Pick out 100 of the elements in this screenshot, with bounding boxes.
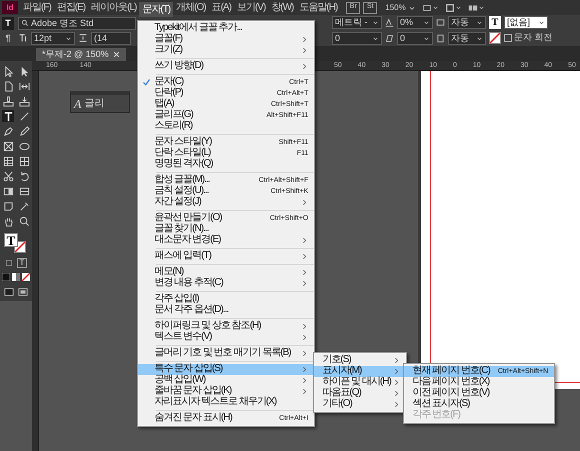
grid-icon[interactable] xyxy=(18,156,30,166)
kerning-field[interactable]: 메트릭 - xyxy=(332,16,382,30)
caret-icon xyxy=(454,4,462,11)
font-size-field[interactable]: 12pt xyxy=(31,32,75,44)
eyedropper-icon[interactable] xyxy=(18,200,30,212)
chevron-right-icon xyxy=(301,198,308,206)
view-icon[interactable] xyxy=(468,2,478,12)
mode-button[interactable]: T xyxy=(2,16,14,30)
menu-item[interactable]: 자리표시자 텍스트로 채우기(X) xyxy=(138,396,314,408)
container-icon[interactable] xyxy=(5,259,13,267)
menu-item[interactable]: Typekit에서 글꼴 추가... xyxy=(138,22,314,34)
menu-item[interactable]: 공백 삽입(W) xyxy=(138,374,314,386)
gap-icon[interactable] xyxy=(18,80,30,92)
line-icon[interactable] xyxy=(18,110,30,122)
menu-item[interactable]: 특수 문자 삽입(S) xyxy=(138,364,314,374)
tracking-field[interactable]: 0% xyxy=(397,16,433,30)
menu-item[interactable]: 텍스트 변수(V) xyxy=(138,332,314,342)
check-icon xyxy=(142,78,151,86)
page-icon[interactable] xyxy=(2,80,14,92)
tray-icon[interactable] xyxy=(18,96,30,106)
menu-item[interactable]: 변경 내용 추적(C) xyxy=(138,278,314,288)
note-icon[interactable] xyxy=(2,200,14,212)
menu-item[interactable]: 자간 설정(J) xyxy=(138,196,314,208)
menu-item[interactable]: 패스에 입력(T) xyxy=(138,250,314,262)
menu-bar-item[interactable]: 레이아웃(L) xyxy=(88,0,140,15)
document-tab[interactable]: *무제-2 @ 150% xyxy=(36,48,126,61)
scale-field[interactable]: 자동 xyxy=(448,16,486,30)
menu-item[interactable]: 크기(Z) xyxy=(138,44,314,56)
pen-icon[interactable] xyxy=(2,126,14,136)
text-color-swatch[interactable]: T xyxy=(489,16,501,30)
menu-bar-item[interactable]: 창(W) xyxy=(268,0,296,15)
style-field[interactable]: [없음] xyxy=(504,16,548,30)
table-icon[interactable] xyxy=(2,156,14,166)
menu-item[interactable]: 대소문자 변경(E) xyxy=(138,234,314,246)
tray-icon[interactable] xyxy=(2,96,14,106)
font-field[interactable]: Adobe 명조 Std xyxy=(18,16,136,30)
menu-item[interactable]: 이전 페이지 번호(V) xyxy=(404,388,554,398)
view-mode-icon[interactable] xyxy=(18,287,28,297)
menu-bar-item[interactable]: 보기(V) xyxy=(234,0,268,15)
menu-item[interactable]: 문서 각주 옵션(D)... xyxy=(138,304,314,316)
menu-item[interactable]: 기호(S) xyxy=(314,354,406,366)
rotate-icon[interactable] xyxy=(18,170,30,182)
color-swatch-icon[interactable] xyxy=(2,273,10,281)
gradient-feather-icon[interactable] xyxy=(18,186,30,196)
glyph-icon: A xyxy=(74,98,82,110)
ellipse-icon[interactable] xyxy=(18,140,30,152)
pencil-icon[interactable] xyxy=(18,126,30,136)
menu-item[interactable]: 쓰기 방향(D) xyxy=(138,60,314,72)
chevron-right-icon xyxy=(301,236,308,244)
scale-field[interactable]: 자동 xyxy=(448,32,486,44)
app-logo: Id xyxy=(2,1,18,14)
gradient-icon[interactable] xyxy=(2,186,14,196)
zoom-dropdown[interactable]: 150% xyxy=(385,2,416,14)
search-icon xyxy=(21,19,29,27)
pointer-outline-icon[interactable] xyxy=(2,66,14,76)
chevron-right-icon xyxy=(301,350,308,356)
hand-icon[interactable] xyxy=(2,216,14,226)
menu-item[interactable]: 스토리(R) xyxy=(138,120,314,132)
leading-icon xyxy=(78,33,88,43)
rotate-checkbox[interactable]: 문자 회전 xyxy=(504,31,553,45)
menu-bar-item[interactable]: 표(A) xyxy=(208,0,234,15)
menu-item[interactable]: 따옴표(Q) xyxy=(314,388,406,398)
menu-item[interactable]: 기타(O) xyxy=(314,398,406,410)
menu-bar-item[interactable]: 문자(T) xyxy=(139,2,174,17)
chevron-right-icon xyxy=(301,62,308,70)
menu-bar-item[interactable]: 도움말(H) xyxy=(296,0,340,15)
none-swatch-icon[interactable] xyxy=(22,273,30,281)
screen-mode-icon[interactable] xyxy=(4,287,14,297)
menu-bar-item[interactable]: 개체(O) xyxy=(173,0,209,15)
panel-title: 글리 xyxy=(84,98,104,108)
font-size-icon xyxy=(18,33,28,43)
text-format-button[interactable]: T xyxy=(17,258,27,268)
close-icon[interactable] xyxy=(112,51,120,58)
menu-item[interactable]: 하이픈 및 대시(H) xyxy=(314,376,406,388)
menu-item[interactable]: 글꼴 찾기(N)... xyxy=(138,224,314,234)
gradient-swatch-icon[interactable] xyxy=(12,273,20,281)
menu-item[interactable]: 줄바꿈 문자 삽입(K) xyxy=(138,386,314,396)
menu-item[interactable]: 섹션 표시자(S) xyxy=(404,398,554,410)
fill-swatch[interactable]: T xyxy=(4,233,18,247)
mode-button[interactable]: ¶ xyxy=(2,32,14,44)
menu-bar-item[interactable]: 파일(F) xyxy=(20,0,54,15)
menu-item[interactable]: 각주 삽입(I) xyxy=(138,294,314,304)
menu-item[interactable]: 명명된 격자(Q) xyxy=(138,158,314,170)
menu-item[interactable]: 글꼴(F) xyxy=(138,34,314,44)
view-icon[interactable] xyxy=(444,2,455,12)
zoom-icon[interactable] xyxy=(18,216,30,226)
caret-icon xyxy=(372,19,379,26)
scissors-icon[interactable] xyxy=(2,170,14,182)
leading-field[interactable]: (14 xyxy=(91,32,131,44)
menu-item[interactable]: 메모(N) xyxy=(138,266,314,278)
menu-item[interactable]: 글머리 기호 및 번호 매기기 목록(B) xyxy=(138,348,314,358)
type-tool-icon[interactable] xyxy=(2,110,14,122)
none-swatch-icon xyxy=(489,32,501,44)
menu-bar-item[interactable]: 편집(E) xyxy=(54,0,88,15)
view-icon[interactable] xyxy=(422,2,432,12)
frame-icon[interactable] xyxy=(2,140,14,152)
menu-item[interactable]: 하이퍼링크 및 상호 참조(H) xyxy=(138,320,314,332)
baseline-field[interactable]: 0 xyxy=(332,32,382,44)
menu-item[interactable]: 다음 페이지 번호(X) xyxy=(404,376,554,388)
skew-field[interactable]: 0 xyxy=(397,32,433,44)
